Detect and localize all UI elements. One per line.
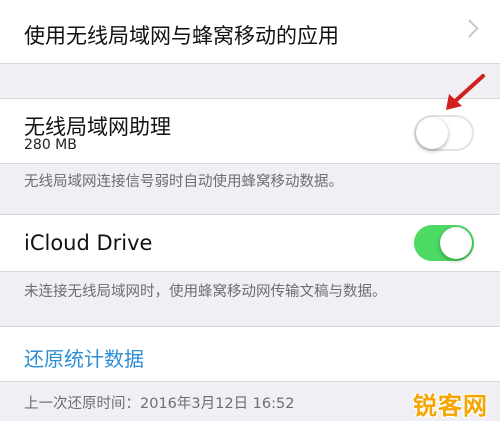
toggle-knob	[416, 117, 448, 149]
wifi-assist-toggle[interactable]	[414, 115, 474, 151]
wlan-cellular-apps-label: 使用无线局域网与蜂窝移动的应用	[24, 24, 339, 48]
last-reset-text: 上一次还原时间：2016年3月12日 16:52	[24, 396, 295, 412]
watermark-logo: 锐客网	[413, 392, 488, 420]
wlan-cellular-apps-row[interactable]: 使用无线局域网与蜂窝移动的应用	[0, 0, 500, 64]
wifi-assist-footer: 无线局域网连接信号弱时自动使用蜂窝移动数据。	[24, 174, 343, 190]
toggle-knob	[440, 227, 472, 259]
wifi-assist-row: 无线局域网助理 280 MB	[0, 98, 500, 164]
icloud-drive-label: iCloud Drive	[24, 231, 153, 255]
wifi-assist-size: 280 MB	[24, 137, 77, 153]
chevron-right-icon	[460, 19, 479, 38]
reset-stats-row[interactable]: 还原统计数据	[0, 326, 500, 382]
icloud-drive-row: iCloud Drive	[0, 214, 500, 272]
reset-stats-button[interactable]: 还原统计数据	[24, 343, 144, 372]
icloud-drive-toggle[interactable]	[414, 225, 474, 261]
icloud-drive-footer: 未连接无线局域网时，使用蜂窝移动网传输文稿与数据。	[24, 284, 387, 300]
